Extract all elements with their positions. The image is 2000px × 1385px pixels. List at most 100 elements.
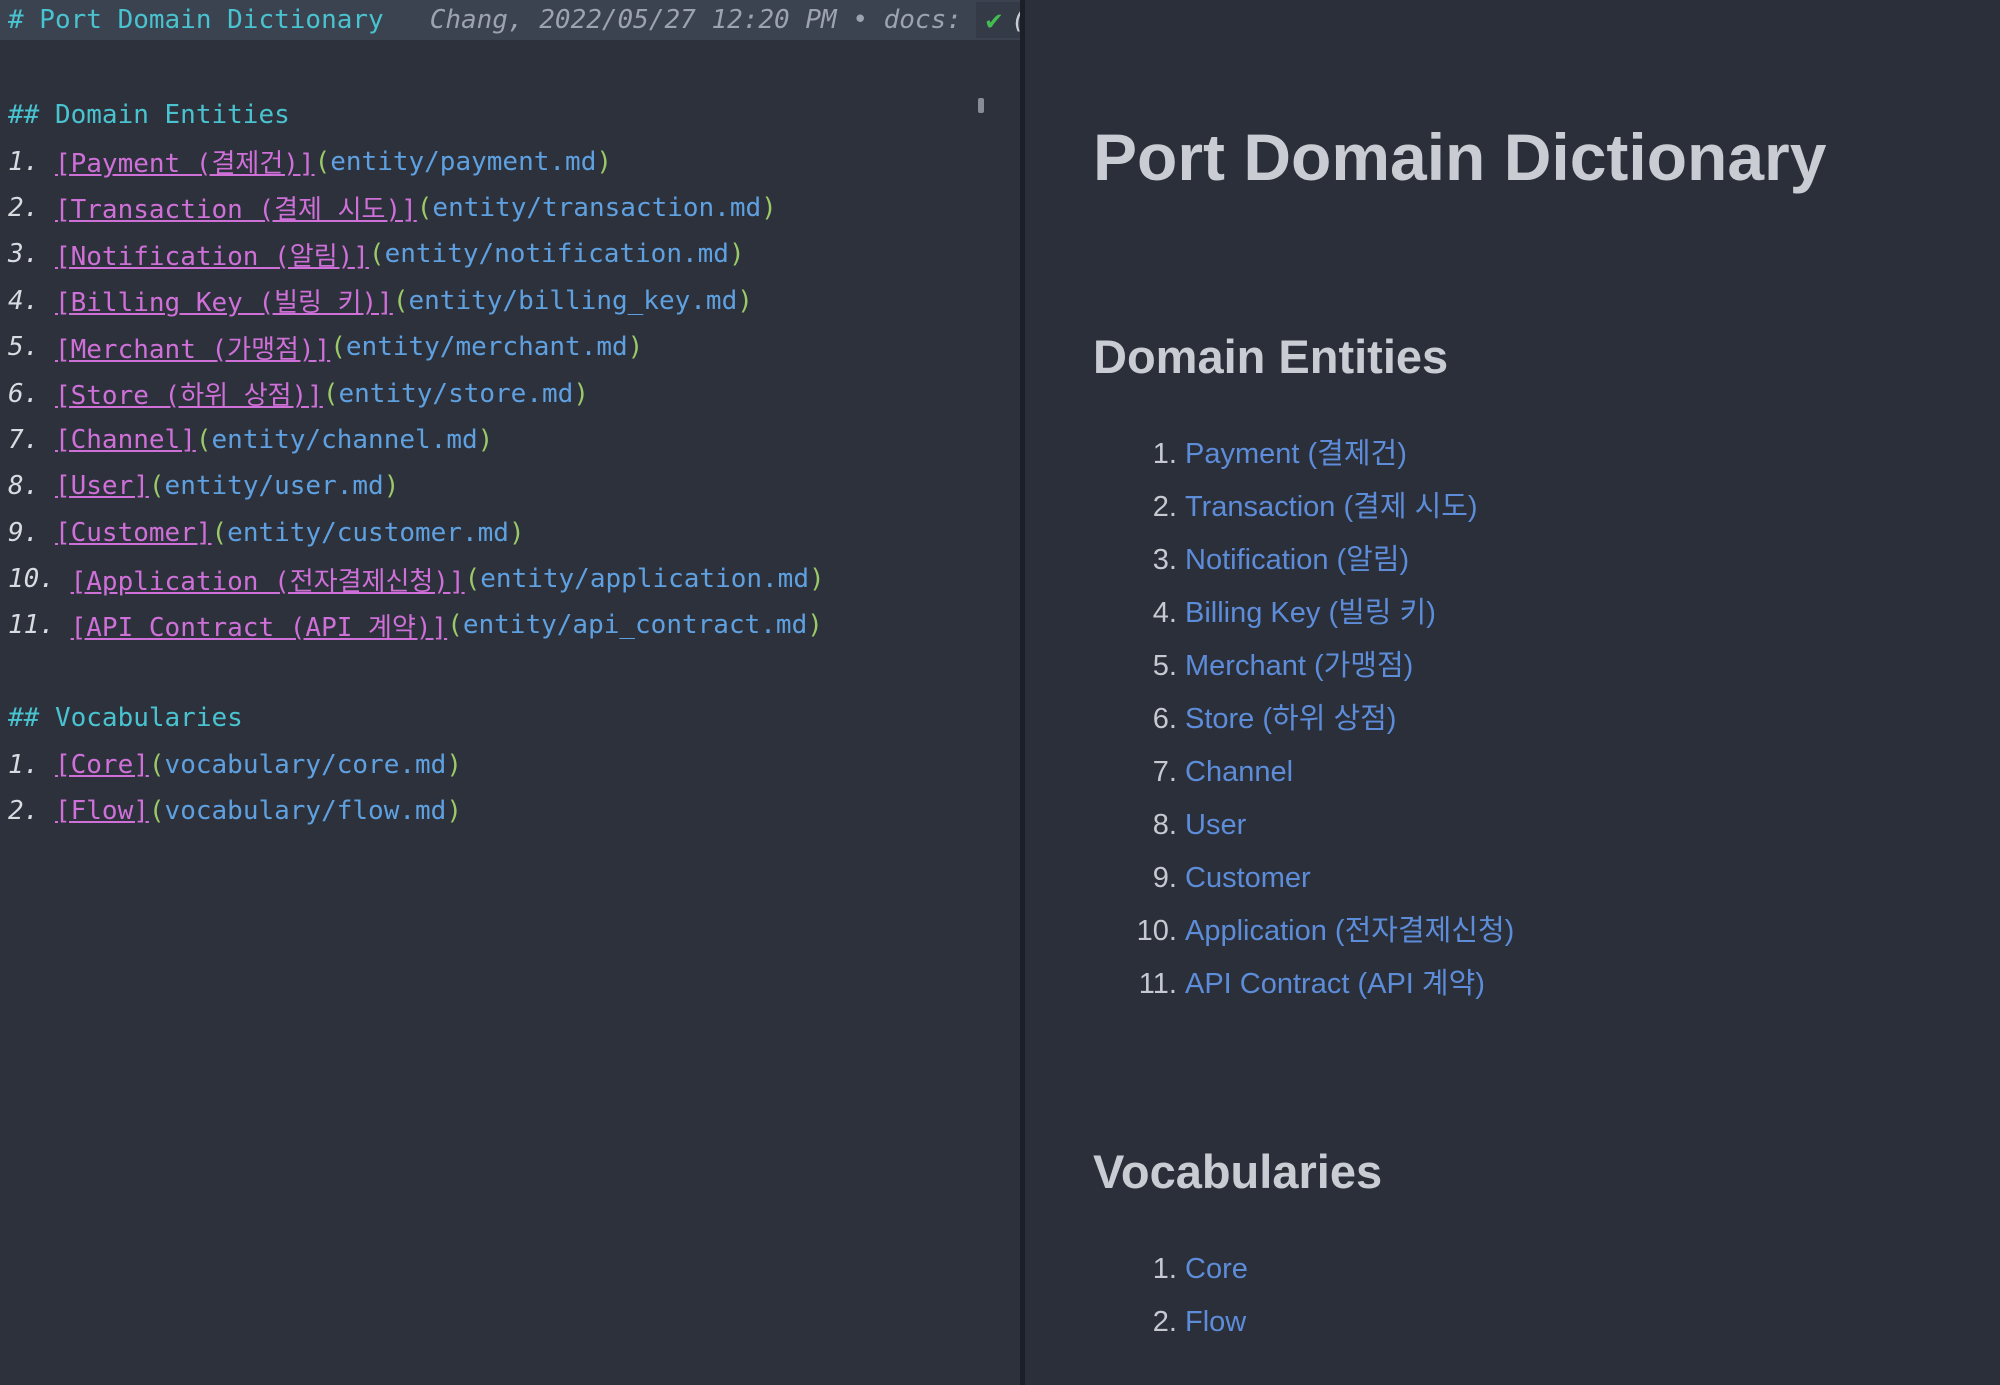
list-number: 4. (8, 285, 55, 316)
preview-list-item: Channel (1185, 746, 1960, 799)
markdown-heading-source: ## Vocabularies (8, 703, 243, 734)
preview-link[interactable]: Billing Key (빌링 키) (1185, 597, 1436, 629)
open-paren: ( (447, 610, 463, 641)
markdown-list-line: 10. [Application (전자결제신청)](entity/applic… (0, 556, 1020, 602)
preview-link[interactable]: Payment (결제건) (1185, 438, 1407, 470)
markdown-link-text[interactable]: [Channel] (55, 425, 196, 455)
close-paren: ) (809, 564, 825, 595)
markdown-link-url: entity/api_contract.md (462, 610, 808, 641)
markdown-list-line: 2. [Flow](vocabulary/flow.md) (0, 788, 1020, 834)
preview-list-item: Customer (1185, 852, 1960, 905)
preview-link[interactable]: Application (전자결제신청) (1185, 915, 1514, 947)
markdown-link-text[interactable]: [Merchant (가맹점)] (55, 329, 330, 366)
preview-link[interactable]: API Contract (API 계약) (1185, 968, 1485, 1000)
open-paren: ( (392, 285, 409, 316)
preview-section-heading: Domain Entities (1093, 329, 1449, 383)
markdown-link-text[interactable]: [Core] (55, 750, 149, 780)
list-number: 10. (8, 564, 71, 595)
preview-list: Core Flow (1093, 1243, 1960, 1349)
markdown-list-line: 1. [Core](vocabulary/core.md) (0, 741, 1020, 787)
close-paren: ) (596, 146, 612, 177)
editor-content[interactable]: ## Domain Entities 1. [Payment (결제건)](ent… (0, 40, 1020, 834)
markdown-link-text[interactable]: [Payment (결제건)] (55, 143, 315, 180)
close-paren: ) (573, 378, 589, 409)
markdown-link-url: entity/payment.md (330, 146, 597, 177)
preview-link[interactable]: Merchant (가맹점) (1185, 650, 1413, 682)
close-paren: ) (508, 517, 525, 548)
markdown-link-url: vocabulary/flow.md (164, 796, 447, 827)
list-number: 9. (8, 517, 55, 548)
sync-status-chip: ✔ ( (975, 2, 1020, 38)
editor-topbar: # Port Domain Dictionary Chang, 2022/05/… (0, 0, 1020, 40)
markdown-link-text[interactable]: [Transaction (결제 시도)] (55, 189, 417, 226)
markdown-link-url: entity/billing_key.md (408, 285, 738, 316)
open-paren: ( (368, 239, 385, 270)
markdown-list-line: 5. [Merchant (가맹점)](entity/merchant.md) (0, 324, 1020, 370)
markdown-link-text[interactable]: [Customer] (55, 518, 212, 548)
markdown-list-line: 9. [Customer](entity/customer.md) (0, 510, 1020, 556)
markdown-link-url: entity/notification.md (384, 239, 729, 270)
preview-link[interactable]: Channel (1185, 756, 1293, 788)
markdown-link-text[interactable]: [Flow] (55, 796, 149, 826)
preview-link[interactable]: Flow (1185, 1306, 1246, 1338)
markdown-link-text[interactable]: [Billing Key (빌링 키)] (55, 282, 393, 319)
close-paren: ) (446, 749, 462, 780)
list-number: 11. (8, 610, 71, 641)
markdown-link-url: entity/transaction.md (432, 192, 762, 223)
preview-list-item: Payment (결제건) (1185, 428, 1960, 481)
list-number: 1. (8, 146, 55, 177)
close-paren: ) (446, 796, 462, 827)
preview-list-item: Transaction (결제 시도) (1185, 481, 1960, 534)
markdown-link-url: entity/customer.md (227, 517, 509, 548)
scrollbar-thumb[interactable] (978, 98, 984, 113)
preview-list-item: Flow (1185, 1296, 1960, 1349)
open-paren: ( (416, 192, 433, 223)
markdown-link-url: entity/store.md (338, 378, 574, 409)
markdown-editor-pane: # Port Domain Dictionary Chang, 2022/05/… (0, 0, 1020, 1385)
markdown-link-text[interactable]: [Store (하위 상점)] (55, 375, 323, 412)
markdown-link-text[interactable]: [User] (55, 471, 149, 501)
markdown-link-url: entity/user.md (164, 471, 384, 502)
markdown-list-line: 7. [Channel](entity/channel.md) (0, 417, 1020, 463)
preview-list-item: API Contract (API 계약) (1185, 958, 1960, 1011)
open-paren: ( (464, 564, 481, 595)
preview-link[interactable]: Customer (1185, 862, 1311, 894)
close-paren: ) (807, 610, 823, 641)
markdown-link-url: entity/merchant.md (345, 332, 628, 363)
list-number: 5. (8, 332, 55, 363)
close-paren: ) (627, 332, 644, 363)
close-paren: ) (477, 424, 494, 455)
markdown-heading-source: ## Domain Entities (8, 100, 290, 131)
list-number: 2. (8, 192, 55, 223)
markdown-link-text[interactable]: [Notification (알림)] (55, 236, 369, 273)
editor-section: ## Domain Entities 1. [Payment (결제건)](ent… (0, 92, 1020, 649)
preview-link[interactable]: Store (하위 상점) (1185, 703, 1396, 735)
preview-list-item: Core (1185, 1243, 1960, 1296)
markdown-list-line: 8. [User](entity/user.md) (0, 463, 1020, 509)
preview-link[interactable]: Transaction (결제 시도) (1185, 491, 1478, 523)
preview-list-item: User (1185, 799, 1960, 852)
open-paren: ( (195, 424, 212, 455)
markdown-link-text[interactable]: [API Contract (API 계약)] (71, 607, 448, 644)
preview-link[interactable]: Notification (알림) (1185, 544, 1409, 576)
markdown-list-line: 6. [Store (하위 상점)](entity/store.md) (0, 370, 1020, 416)
preview-sections: Domain Entities Payment (결제건) Transaction … (1093, 330, 1960, 1349)
list-number: 8. (8, 471, 55, 502)
check-icon: ✔ (985, 4, 1002, 36)
open-paren: ( (314, 146, 331, 177)
markdown-link-url: entity/application.md (480, 564, 809, 595)
list-number: 7. (8, 424, 55, 455)
markdown-list-line: 1. [Payment (결제건)](entity/payment.md) (0, 138, 1020, 184)
preview-list-item: Store (하위 상점) (1185, 693, 1960, 746)
preview-list: Payment (결제건) Transaction (결제 시도) Notifica… (1093, 428, 1960, 1011)
preview-list-item: Notification (알림) (1185, 534, 1960, 587)
preview-link[interactable]: User (1185, 809, 1246, 841)
clipped-glyph: ( (1011, 5, 1020, 35)
open-paren: ( (148, 749, 165, 780)
markdown-link-text[interactable]: [Application (전자결제신청)] (71, 561, 465, 598)
preview-list-item: Merchant (가맹점) (1185, 640, 1960, 693)
preview-list-item: Billing Key (빌링 키) (1185, 587, 1960, 640)
preview-link[interactable]: Core (1185, 1253, 1248, 1285)
preview-title: Port Domain Dictionary (1093, 120, 1827, 194)
open-paren: ( (148, 471, 165, 502)
